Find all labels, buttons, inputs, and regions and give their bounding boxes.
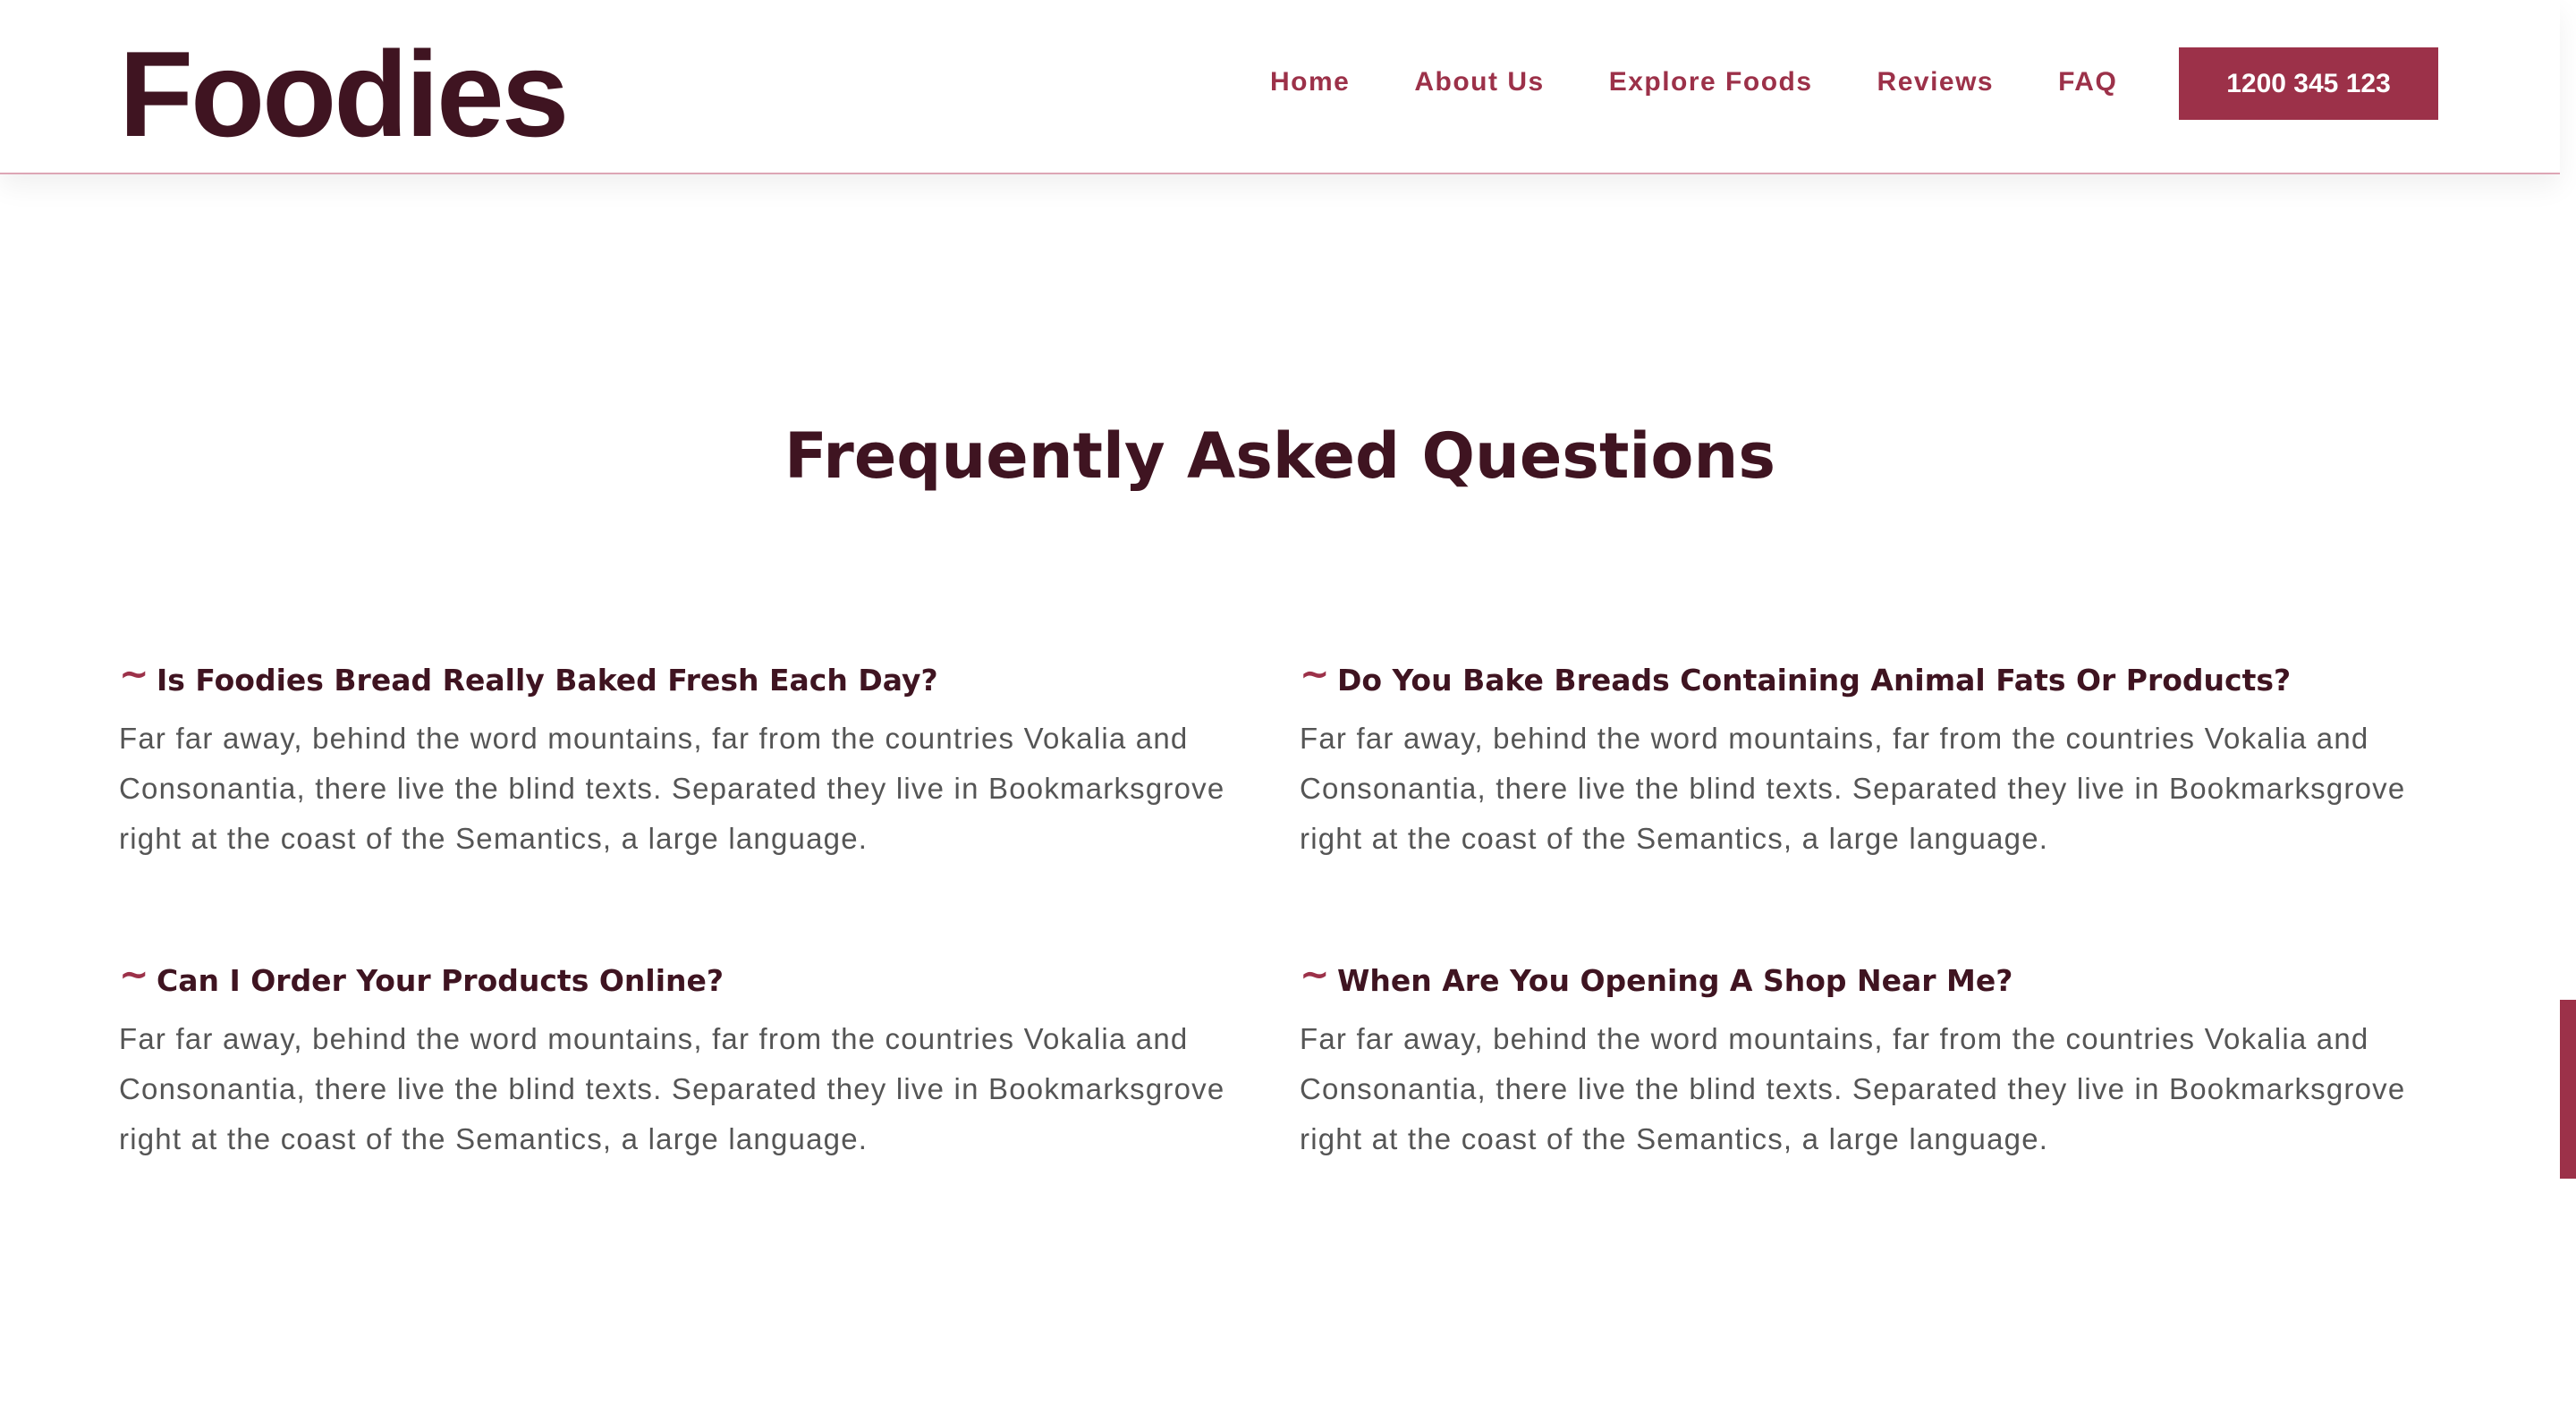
faq-item: ~ Is Foodies Bread Really Baked Fresh Ea…: [119, 653, 1255, 864]
side-tab[interactable]: [2560, 1000, 2576, 1179]
faq-question: ~ When Are You Opening A Shop Near Me?: [1300, 953, 2436, 1007]
tilde-icon: ~: [1300, 954, 1330, 995]
faq-question: ~ Do You Bake Breads Containing Animal F…: [1300, 653, 2436, 706]
site-logo[interactable]: Foodies: [119, 27, 569, 161]
faq-question-text: Can I Order Your Products Online?: [157, 962, 724, 998]
nav-link-home[interactable]: Home: [1270, 67, 1350, 97]
nav-link-faq[interactable]: FAQ: [2058, 67, 2117, 97]
site-header: Foodies Home About Us Explore Foods Revi…: [0, 0, 2560, 174]
faq-item: ~ When Are You Opening A Shop Near Me? F…: [1300, 953, 2436, 1164]
faq-answer: Far far away, behind the word mountains,…: [119, 722, 1225, 855]
faq-section-title: Frequently Asked Questions: [784, 419, 1776, 493]
faq-item: ~ Do You Bake Breads Containing Animal F…: [1300, 653, 2436, 864]
faq-question-text: Is Foodies Bread Really Baked Fresh Each…: [157, 662, 938, 698]
main-nav: Home About Us Explore Foods Reviews FAQ: [1270, 47, 2182, 118]
nav-link-reviews[interactable]: Reviews: [1877, 67, 1995, 97]
nav-link-about-us[interactable]: About Us: [1414, 67, 1544, 97]
faq-answer: Far far away, behind the word mountains,…: [1300, 1022, 2406, 1155]
tilde-icon: ~: [1300, 654, 1330, 695]
faq-question: ~ Is Foodies Bread Really Baked Fresh Ea…: [119, 653, 1255, 706]
tilde-icon: ~: [119, 954, 149, 995]
faq-question-text: When Are You Opening A Shop Near Me?: [1337, 962, 2013, 998]
faq-answer: Far far away, behind the word mountains,…: [119, 1022, 1225, 1155]
phone-button[interactable]: 1200 345 123: [2179, 47, 2438, 120]
tilde-icon: ~: [119, 654, 149, 695]
faq-question: ~ Can I Order Your Products Online?: [119, 953, 1255, 1007]
faq-item: ~ Can I Order Your Products Online? Far …: [119, 953, 1255, 1164]
faq-answer: Far far away, behind the word mountains,…: [1300, 722, 2406, 855]
nav-link-explore-foods[interactable]: Explore Foods: [1609, 67, 1813, 97]
faq-question-text: Do You Bake Breads Containing Animal Fat…: [1337, 662, 2292, 698]
